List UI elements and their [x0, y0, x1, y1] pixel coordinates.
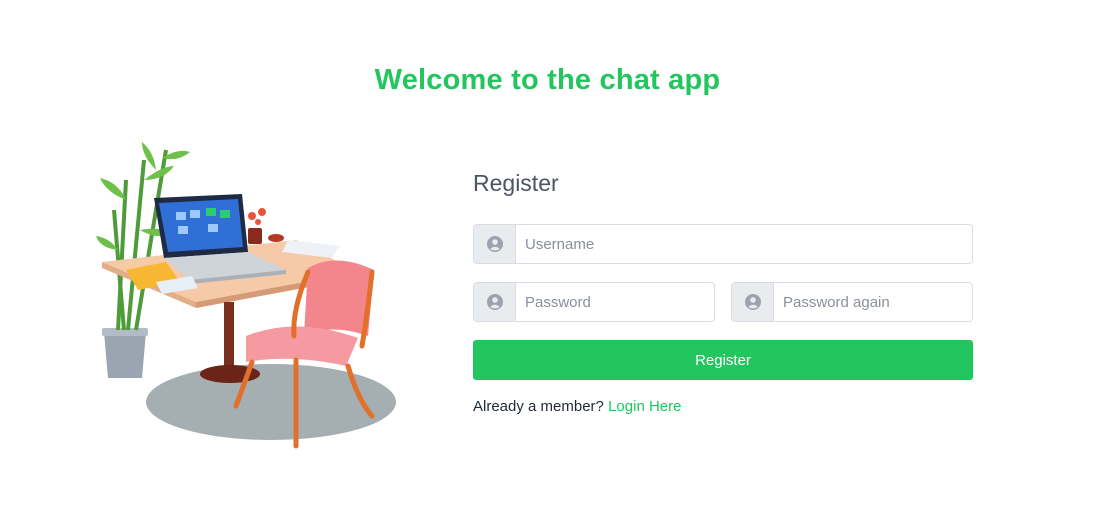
register-heading: Register — [473, 170, 559, 196]
chair-seat — [246, 326, 358, 366]
password-again-input[interactable] — [774, 283, 972, 321]
plant-pot — [104, 332, 146, 378]
page-title: Welcome to the chat app — [374, 64, 721, 96]
user-circle-icon — [732, 283, 774, 321]
login-prompt-line: Already a member? Login Here — [473, 398, 681, 415]
desk-illustration — [96, 142, 396, 449]
password-field-group — [473, 282, 715, 322]
username-field-group — [473, 224, 973, 264]
floor-shadow — [146, 364, 396, 440]
user-circle-icon — [474, 225, 516, 263]
password-again-field-group — [731, 282, 973, 322]
username-input[interactable] — [516, 225, 972, 263]
login-prompt-text: Already a member? — [473, 398, 604, 415]
register-button[interactable]: Register — [473, 340, 973, 380]
password-input[interactable] — [516, 283, 714, 321]
login-link[interactable]: Login Here — [608, 398, 681, 415]
user-circle-icon — [474, 283, 516, 321]
